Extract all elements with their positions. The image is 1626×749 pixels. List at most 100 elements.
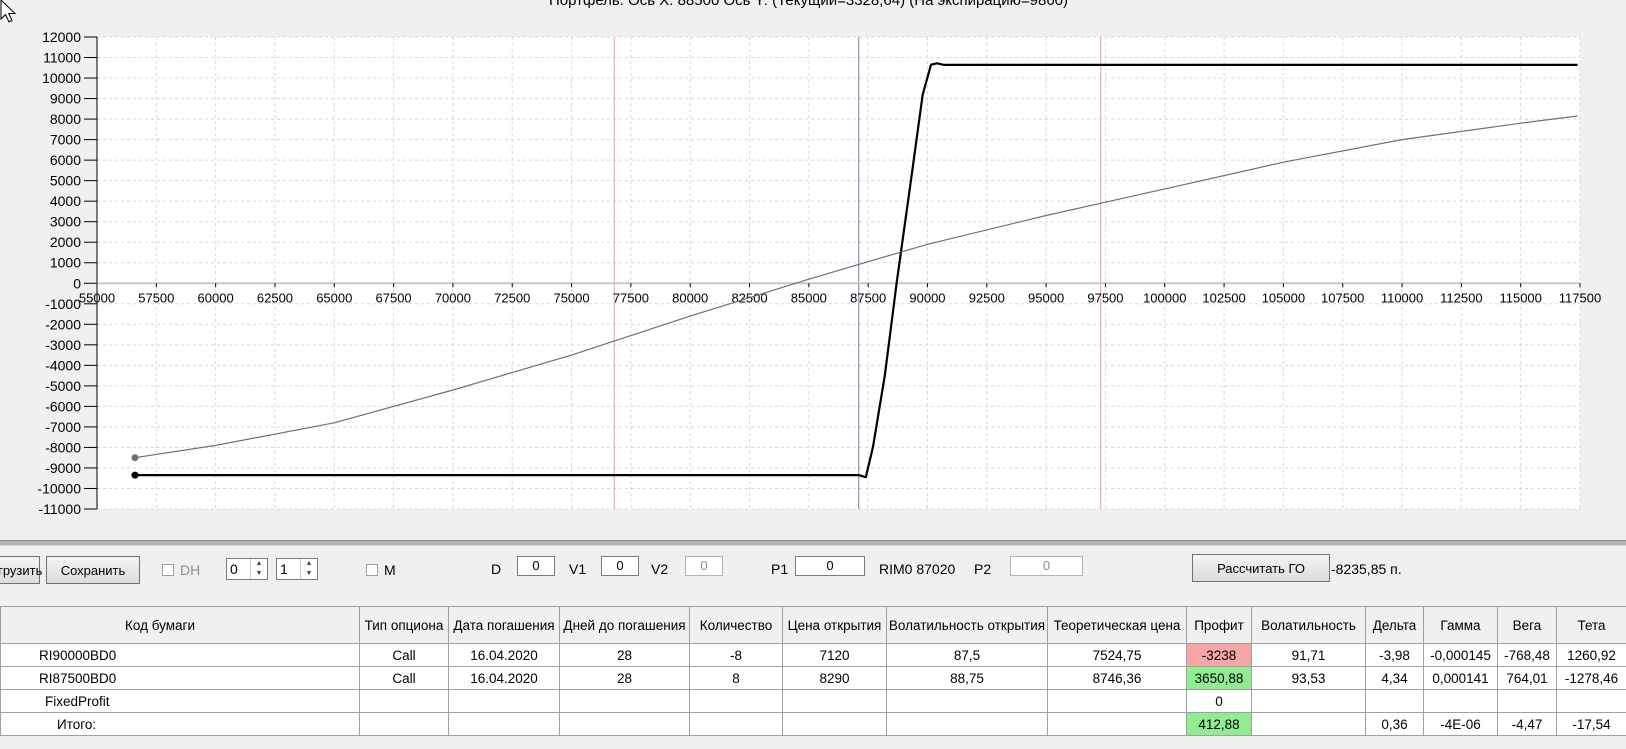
- table-cell[interactable]: 4,34: [1365, 666, 1424, 690]
- table-cell[interactable]: [886, 712, 1048, 736]
- table-cell[interactable]: 16.04.2020: [448, 666, 560, 690]
- p2-input[interactable]: 0: [1010, 556, 1083, 576]
- table-cell[interactable]: [1423, 689, 1498, 713]
- table-cell[interactable]: [1365, 689, 1424, 713]
- table-cell[interactable]: [782, 689, 887, 713]
- table-cell[interactable]: [1047, 712, 1187, 736]
- table-cell[interactable]: 8: [689, 666, 783, 690]
- p1-label: P1: [771, 561, 789, 577]
- column-header[interactable]: Код бумаги: [0, 606, 360, 644]
- column-header[interactable]: Дней до погашения: [559, 606, 690, 644]
- dh-checkbox-box[interactable]: [162, 564, 174, 576]
- table-cell[interactable]: 28: [559, 666, 690, 690]
- table-cell[interactable]: Call: [359, 643, 449, 667]
- table-cell[interactable]: [1251, 689, 1366, 713]
- table-cell[interactable]: -4,47: [1497, 712, 1557, 736]
- x-tick-label: 117500: [1559, 290, 1601, 305]
- table-cell[interactable]: [448, 712, 560, 736]
- spin-input-1[interactable]: 0 ▲ ▼: [226, 558, 268, 580]
- table-cell[interactable]: [689, 689, 783, 713]
- column-header[interactable]: Тета: [1556, 606, 1626, 644]
- column-header[interactable]: Теоретическая цена: [1047, 606, 1187, 644]
- calculate-go-button[interactable]: Рассчитать ГО: [1192, 554, 1330, 582]
- table-cell[interactable]: [1047, 689, 1187, 713]
- column-header[interactable]: Профит: [1186, 606, 1252, 644]
- table-cell[interactable]: 8746,36: [1047, 666, 1187, 690]
- table-cell[interactable]: 0,000141: [1423, 666, 1498, 690]
- table-cell[interactable]: 28: [559, 643, 690, 667]
- table-cell[interactable]: Итого:: [0, 712, 360, 736]
- table-row[interactable]: FixedProfit 0: [0, 689, 1626, 713]
- table-cell[interactable]: [689, 712, 783, 736]
- table-cell[interactable]: [1251, 712, 1366, 736]
- table-cell[interactable]: [559, 712, 690, 736]
- table-cell[interactable]: 16.04.2020: [448, 643, 560, 667]
- table-cell[interactable]: [1497, 689, 1557, 713]
- spin-arrows-icon[interactable]: ▲ ▼: [300, 559, 317, 579]
- table-header-row: Код бумаги Тип опциона Дата погашения Дней …: [0, 606, 1626, 644]
- column-header[interactable]: Цена открытия: [782, 606, 887, 644]
- v2-input[interactable]: 0: [685, 556, 723, 576]
- table-cell[interactable]: -3238: [1186, 643, 1252, 667]
- table-cell[interactable]: [559, 689, 690, 713]
- table-cell[interactable]: RI87500BD0: [0, 666, 360, 690]
- x-tick-label: 80000: [672, 290, 708, 305]
- table-cell[interactable]: 7524,75: [1047, 643, 1187, 667]
- table-cell[interactable]: -1278,46: [1556, 666, 1626, 690]
- table-row[interactable]: RI87500BD0 Call 16.04.2020 28 8 8290 88,75 8746…: [0, 666, 1626, 690]
- table-cell[interactable]: 0: [1186, 689, 1252, 713]
- load-button[interactable]: Загрузить: [0, 556, 42, 584]
- table-cell[interactable]: 91,71: [1251, 643, 1366, 667]
- table-cell[interactable]: Call: [359, 666, 449, 690]
- table-cell[interactable]: FixedProfit: [0, 689, 360, 713]
- table-cell[interactable]: -17,54: [1556, 712, 1626, 736]
- save-button[interactable]: Сохранить: [46, 556, 140, 584]
- column-header[interactable]: Волатильность открытия: [886, 606, 1048, 644]
- table-cell[interactable]: -768,48: [1497, 643, 1557, 667]
- table-cell[interactable]: [448, 689, 560, 713]
- table-cell[interactable]: [359, 712, 449, 736]
- table-cell[interactable]: -4E-06: [1423, 712, 1498, 736]
- table-cell[interactable]: [886, 689, 1048, 713]
- table-cell[interactable]: 764,01: [1497, 666, 1557, 690]
- table-cell[interactable]: 93,53: [1251, 666, 1366, 690]
- column-header[interactable]: Дата погашения: [448, 606, 560, 644]
- p1-input[interactable]: 0: [795, 556, 865, 576]
- y-tick-label: -8000: [45, 439, 81, 455]
- m-checkbox-box[interactable]: [366, 564, 378, 576]
- column-header[interactable]: Дельта: [1365, 606, 1424, 644]
- table-cell[interactable]: RI90000BD0: [0, 643, 360, 667]
- table-cell[interactable]: 1260,92: [1556, 643, 1626, 667]
- column-header[interactable]: Гамма: [1423, 606, 1498, 644]
- table-cell[interactable]: [1556, 689, 1626, 713]
- column-header[interactable]: Тип опциона: [359, 606, 449, 644]
- spin-input-2[interactable]: 1 ▲ ▼: [276, 558, 318, 580]
- y-tick-label: 3000: [50, 214, 81, 230]
- column-header[interactable]: Вега: [1497, 606, 1557, 644]
- dh-checkbox[interactable]: DH: [162, 562, 200, 578]
- d-input[interactable]: 0: [517, 556, 555, 576]
- table-cell[interactable]: 0,36: [1365, 712, 1424, 736]
- column-header[interactable]: Количество: [689, 606, 783, 644]
- y-tick-label: 12000: [42, 29, 81, 45]
- table-row[interactable]: RI90000BD0 Call 16.04.2020 28 -8 7120 87,5 7524…: [0, 643, 1626, 667]
- table-cell[interactable]: -8: [689, 643, 783, 667]
- table-cell[interactable]: 412,88: [1186, 712, 1252, 736]
- y-tick-label: -1000: [45, 296, 81, 312]
- table-cell[interactable]: 88,75: [886, 666, 1048, 690]
- column-header[interactable]: Волатильность: [1251, 606, 1366, 644]
- table-cell[interactable]: -3,98: [1365, 643, 1424, 667]
- table-cell[interactable]: 87,5: [886, 643, 1048, 667]
- table-cell[interactable]: [359, 689, 449, 713]
- m-checkbox[interactable]: M: [366, 562, 396, 578]
- y-tick-label: 11000: [43, 50, 81, 66]
- x-tick-label: 102500: [1202, 290, 1245, 305]
- table-cell[interactable]: -0,000145: [1423, 643, 1498, 667]
- v1-input[interactable]: 0: [601, 556, 639, 576]
- table-cell[interactable]: 7120: [782, 643, 887, 667]
- table-row[interactable]: Итого: 412,88 0,36 -4E-06 -4,47 -17,54: [0, 712, 1626, 736]
- spin-arrows-icon[interactable]: ▲ ▼: [250, 559, 267, 579]
- table-cell[interactable]: 3650,88: [1186, 666, 1252, 690]
- table-cell[interactable]: 8290: [782, 666, 887, 690]
- table-cell[interactable]: [782, 712, 887, 736]
